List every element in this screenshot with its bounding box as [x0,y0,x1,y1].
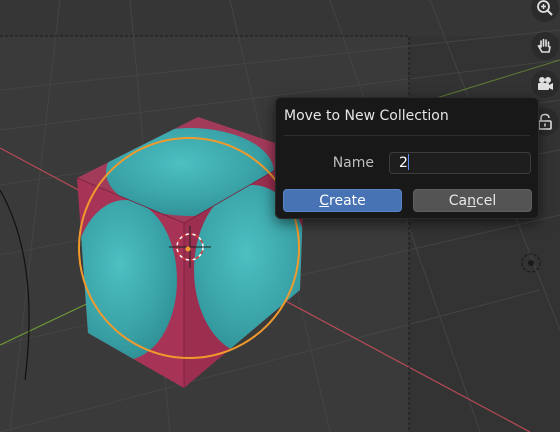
create-button[interactable]: Create [283,189,402,212]
camera-icon [538,77,553,90]
text-caret [407,154,409,170]
create-label-rest: reate [329,193,366,209]
pan-button[interactable] [531,32,559,60]
dialog-title: Move to New Collection [284,108,449,124]
move-to-new-collection-dialog: Move to New Collection Name 2 Create Can… [275,97,539,219]
cancel-button[interactable]: Cancel [413,189,532,212]
name-label: Name [332,155,374,171]
hand-pan-icon [537,38,551,53]
zoom-icon [537,0,553,16]
cancel-label-prefix: Ca [448,193,468,209]
cancel-label-rest: cel [476,193,497,209]
name-field-value: 2 [399,155,408,171]
dialog-separator [284,135,530,136]
camera-view-button[interactable] [531,70,559,98]
collection-name-input[interactable]: 2 [389,152,531,174]
create-label-mnemonic: C [319,193,330,209]
cancel-label-mnemonic: n [467,193,477,209]
